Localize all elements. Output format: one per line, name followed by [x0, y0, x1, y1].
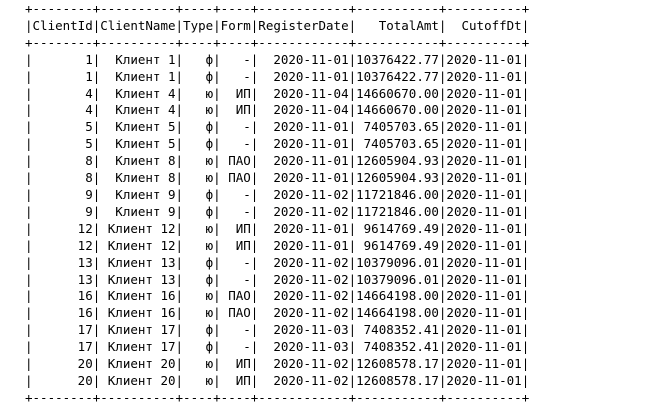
table-row: | 5| Клиент 5| ф| -| 2020-11-01| 7405703… — [25, 136, 530, 152]
table-row: | 13| Клиент 13| ф| -| 2020-11-02|103790… — [25, 271, 530, 287]
table-row: | 17| Клиент 17| ф| -| 2020-11-03| 74083… — [25, 339, 530, 355]
table-row: | 9| Клиент 9| ф| -| 2020-11-02|11721846… — [25, 203, 530, 219]
table-row: | 13| Клиент 13| ф| -| 2020-11-02|103790… — [25, 254, 530, 270]
table-row: | 5| Клиент 5| ф| -| 2020-11-01| 7405703… — [25, 119, 530, 135]
table-row: | 12| Клиент 12| ю| ИП| 2020-11-01| 9614… — [25, 237, 530, 253]
table-border-header: +--------+----------+----+----+---------… — [25, 34, 530, 50]
table-row: | 1| Клиент 1| ф| -| 2020-11-01|10376422… — [25, 68, 530, 84]
table-row: | 16| Клиент 16| ю| ПАО| 2020-11-02|1466… — [25, 305, 530, 321]
table-header: |ClientId|ClientName|Type|Form|RegisterD… — [25, 17, 530, 33]
table-row: | 20| Клиент 20| ю| ИП| 2020-11-02|12608… — [25, 356, 530, 372]
table-row: | 8| Клиент 8| ю| ПАО| 2020-11-01|126059… — [25, 170, 530, 186]
table-row: | 20| Клиент 20| ю| ИП| 2020-11-02|12608… — [25, 372, 530, 388]
table-row: | 16| Клиент 16| ю| ПАО| 2020-11-02|1466… — [25, 288, 530, 304]
table-row: | 1| Клиент 1| ф| -| 2020-11-01|10376422… — [25, 51, 530, 67]
table-border-bottom: +--------+----------+----+----+---------… — [25, 389, 530, 405]
table-row: | 9| Клиент 9| ф| -| 2020-11-02|11721846… — [25, 186, 530, 202]
table-row: | 12| Клиент 12| ю| ИП| 2020-11-01| 9614… — [25, 220, 530, 236]
table-border-top: +--------+----------+----+----+---------… — [25, 1, 530, 16]
console-output: +--------+----------+----+----+---------… — [25, 1, 529, 407]
table-row: | 4| Клиент 4| ю| ИП| 2020-11-04|1466067… — [25, 102, 530, 118]
table-row: | 4| Клиент 4| ю| ИП| 2020-11-04|1466067… — [25, 85, 530, 101]
table-row: | 17| Клиент 17| ф| -| 2020-11-03| 74083… — [25, 322, 530, 338]
table-row: | 8| Клиент 8| ю| ПАО| 2020-11-01|126059… — [25, 153, 530, 169]
